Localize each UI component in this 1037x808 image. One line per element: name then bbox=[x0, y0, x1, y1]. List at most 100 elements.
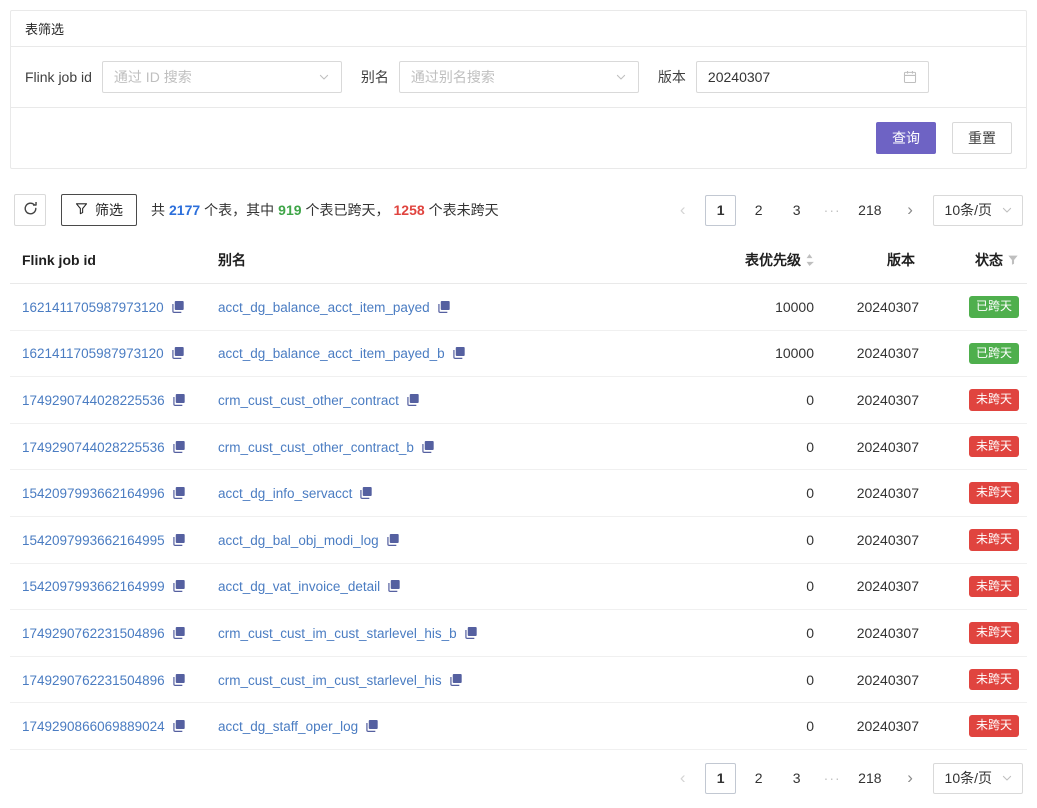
page-button-2[interactable]: 2 bbox=[743, 195, 774, 226]
sort-icon[interactable] bbox=[805, 253, 814, 267]
table-row: 1621411705987973120 acct_dg_balance_acct… bbox=[10, 284, 1027, 331]
job-id-link[interactable]: 1542097993662164995 bbox=[22, 533, 165, 548]
next-page-button[interactable]: › bbox=[895, 195, 926, 226]
summary-seg4: 个表未跨天 bbox=[429, 202, 499, 218]
alias-link[interactable]: acct_dg_vat_invoice_detail bbox=[218, 579, 380, 594]
column-header-flink-job-id: Flink job id bbox=[10, 241, 210, 284]
reset-button[interactable]: 重置 bbox=[952, 122, 1012, 154]
job-id-link[interactable]: 1542097993662164999 bbox=[22, 579, 165, 594]
version-value: 20240307 bbox=[822, 656, 927, 703]
query-button[interactable]: 查询 bbox=[876, 122, 936, 154]
alias-link[interactable]: acct_dg_info_servacct bbox=[218, 486, 352, 501]
summary-text: 共2177个表，其中919个表已跨天，1258个表未跨天 bbox=[151, 200, 499, 220]
page-button-1[interactable]: 1 bbox=[705, 195, 736, 226]
copy-icon[interactable] bbox=[421, 440, 435, 454]
alias-link[interactable]: acct_dg_bal_obj_modi_log bbox=[218, 533, 379, 548]
flink-job-id-label: Flink job id bbox=[25, 69, 92, 85]
bottom-pagination-row: ‹ 1 2 3 ··· 218 › 10条/页 bbox=[10, 750, 1027, 808]
total-count: 2177 bbox=[169, 202, 200, 218]
version-value: 20240307 bbox=[822, 516, 927, 563]
copy-icon[interactable] bbox=[172, 440, 186, 454]
copy-icon[interactable] bbox=[172, 486, 186, 500]
prev-page-button[interactable]: ‹ bbox=[667, 763, 698, 794]
table-row: 1542097993662164995 acct_dg_bal_obj_modi… bbox=[10, 516, 1027, 563]
alias-link[interactable]: acct_dg_balance_acct_item_payed bbox=[218, 300, 430, 315]
job-id-link[interactable]: 1621411705987973120 bbox=[22, 300, 164, 315]
page-button-218[interactable]: 218 bbox=[852, 195, 887, 226]
chevron-down-icon bbox=[1001, 204, 1013, 216]
copy-icon[interactable] bbox=[172, 626, 186, 640]
toolbar: 筛选 共2177个表，其中919个表已跨天，1258个表未跨天 ‹ 1 2 3 … bbox=[10, 194, 1027, 226]
page-size-value: 10条/页 bbox=[945, 768, 992, 788]
job-id-link[interactable]: 1749290762231504896 bbox=[22, 673, 165, 688]
job-id-link[interactable]: 1749290744028225536 bbox=[22, 393, 165, 408]
prev-page-button[interactable]: ‹ bbox=[667, 195, 698, 226]
status-filter-funnel-icon[interactable] bbox=[1007, 254, 1019, 266]
table-row: 1542097993662164996 acct_dg_info_servacc… bbox=[10, 470, 1027, 517]
copy-icon[interactable] bbox=[359, 486, 373, 500]
page-size-select[interactable]: 10条/页 bbox=[933, 195, 1023, 226]
table-row: 1749290744028225536 crm_cust_cust_other_… bbox=[10, 377, 1027, 424]
copy-icon[interactable] bbox=[171, 300, 185, 314]
job-id-link[interactable]: 1749290762231504896 bbox=[22, 626, 165, 641]
priority-value: 0 bbox=[652, 703, 822, 750]
table-header-row: Flink job id 别名 表优先级 版本 状态 bbox=[10, 241, 1027, 284]
alias-link[interactable]: crm_cust_cust_other_contract_b bbox=[218, 440, 414, 455]
copy-icon[interactable] bbox=[452, 346, 466, 360]
funnel-icon bbox=[75, 202, 88, 218]
job-id-link[interactable]: 1621411705987973120 bbox=[22, 346, 164, 361]
filter-fields-row: Flink job id 通过 ID 搜索 别名 通过别名搜索 版本 20240… bbox=[11, 47, 1026, 107]
version-date-input[interactable]: 20240307 bbox=[696, 61, 929, 93]
results-table: Flink job id 别名 表优先级 版本 状态 bbox=[10, 241, 1027, 750]
chevron-down-icon bbox=[615, 71, 627, 83]
copy-icon[interactable] bbox=[386, 533, 400, 547]
page-size-select[interactable]: 10条/页 bbox=[933, 763, 1023, 794]
version-value: 20240307 bbox=[822, 284, 927, 331]
next-page-button[interactable]: › bbox=[895, 763, 926, 794]
status-badge: 未跨天 bbox=[969, 715, 1019, 737]
job-id-link[interactable]: 1749290866069889024 bbox=[22, 719, 165, 734]
filter-toggle-button[interactable]: 筛选 bbox=[61, 194, 137, 226]
table-row: 1749290762231504896 crm_cust_cust_im_cus… bbox=[10, 656, 1027, 703]
version-value: 20240307 bbox=[822, 423, 927, 470]
status-badge: 已跨天 bbox=[969, 343, 1019, 365]
pagination-ellipsis[interactable]: ··· bbox=[819, 770, 845, 786]
copy-icon[interactable] bbox=[172, 673, 186, 687]
copy-icon[interactable] bbox=[464, 626, 478, 640]
crossed-count: 919 bbox=[278, 202, 301, 218]
alias-link[interactable]: crm_cust_cust_im_cust_starlevel_his bbox=[218, 673, 442, 688]
page-button-2[interactable]: 2 bbox=[743, 763, 774, 794]
priority-value: 0 bbox=[652, 610, 822, 657]
status-badge: 未跨天 bbox=[969, 529, 1019, 551]
job-id-link[interactable]: 1749290744028225536 bbox=[22, 440, 165, 455]
copy-icon[interactable] bbox=[172, 393, 186, 407]
job-id-link[interactable]: 1542097993662164996 bbox=[22, 486, 165, 501]
page-button-218[interactable]: 218 bbox=[852, 763, 887, 794]
copy-icon[interactable] bbox=[172, 533, 186, 547]
column-header-alias: 别名 bbox=[210, 241, 652, 284]
copy-icon[interactable] bbox=[365, 719, 379, 733]
alias-link[interactable]: acct_dg_balance_acct_item_payed_b bbox=[218, 346, 445, 361]
alias-link[interactable]: acct_dg_staff_oper_log bbox=[218, 719, 358, 734]
alias-link[interactable]: crm_cust_cust_im_cust_starlevel_his_b bbox=[218, 626, 457, 641]
copy-icon[interactable] bbox=[387, 579, 401, 593]
alias-select[interactable]: 通过别名搜索 bbox=[399, 61, 639, 93]
priority-value: 0 bbox=[652, 470, 822, 517]
status-badge: 已跨天 bbox=[969, 296, 1019, 318]
page-button-1[interactable]: 1 bbox=[705, 763, 736, 794]
version-value: 20240307 bbox=[822, 330, 927, 377]
copy-icon[interactable] bbox=[172, 579, 186, 593]
flink-job-id-select[interactable]: 通过 ID 搜索 bbox=[102, 61, 342, 93]
copy-icon[interactable] bbox=[449, 673, 463, 687]
copy-icon[interactable] bbox=[406, 393, 420, 407]
alias-link[interactable]: crm_cust_cust_other_contract bbox=[218, 393, 399, 408]
copy-icon[interactable] bbox=[171, 346, 185, 360]
version-value: 20240307 bbox=[822, 610, 927, 657]
copy-icon[interactable] bbox=[172, 719, 186, 733]
pagination-ellipsis[interactable]: ··· bbox=[819, 202, 845, 218]
refresh-button[interactable] bbox=[14, 194, 46, 226]
filter-actions-row: 查询 重置 bbox=[11, 107, 1026, 168]
page-button-3[interactable]: 3 bbox=[781, 195, 812, 226]
copy-icon[interactable] bbox=[437, 300, 451, 314]
page-button-3[interactable]: 3 bbox=[781, 763, 812, 794]
